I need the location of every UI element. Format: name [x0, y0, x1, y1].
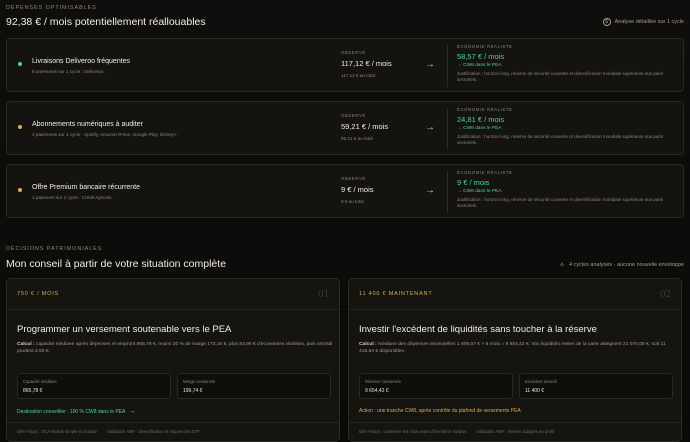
divider	[447, 45, 448, 87]
divider	[7, 309, 339, 310]
observed-label: OBSERVÉ	[341, 176, 366, 181]
observed-total: 9 € au total	[341, 199, 364, 204]
metric-value: 865,78 €	[23, 388, 43, 394]
metric-value: 9 654,42 €	[365, 388, 389, 394]
plan-calculation: Calcul : capacité médiane après dépenses…	[17, 341, 335, 355]
expense-sub: 1 paiement sur 1 cycle : Crédit Agricole…	[32, 195, 113, 200]
metric-label: Excédent arrondi	[525, 379, 557, 384]
analysis-note-text: Analyse détaillée sur 1 cycle	[614, 19, 684, 25]
plan-card: 750 € / MOIS 01 Programmer un versement …	[6, 278, 340, 442]
metric-value: 199,74 €	[183, 388, 203, 394]
cycles-note: ✧ 4 cycles analysés · aucune nouvelle en…	[559, 261, 684, 269]
plan-action-text: Action : une tranche CW8, après contrôle…	[359, 408, 521, 414]
observed-total: 117,12 € au total	[341, 73, 375, 78]
observed-value: 117,12 € / mois	[341, 59, 392, 68]
plan-card: 11 400 € MAINTENANT 02 Investir l'excéde…	[348, 278, 682, 442]
economy-destination: → CW8 dans le PEA	[457, 126, 502, 131]
metric-box: Marge conservée 199,74 €	[177, 373, 331, 399]
footer-idea[interactable]: Idée Finary : DCA Monde simple et durabl…	[17, 429, 97, 434]
optim-title: 92,38 € / mois potentiellement réallouab…	[6, 16, 206, 28]
observed-total: 59,21 € au total	[341, 136, 373, 141]
footer-idea[interactable]: Idée Finary : conserver les mois avant d…	[359, 429, 466, 434]
sparkle-icon: ✧	[559, 262, 566, 269]
economy-justification: Justification : horizon long, réserve de…	[457, 71, 664, 82]
observed-value: 59,21 € / mois	[341, 122, 389, 131]
divider	[349, 309, 681, 310]
economy-justification: Justification : horizon long, réserve de…	[457, 134, 664, 145]
footer-validation[interactable]: Validation AMF : diversification et risq…	[107, 429, 200, 434]
economy-label: ÉCONOMIE RÉALISTE	[457, 170, 513, 175]
plan-title: Programmer un versement soutenable vers …	[17, 324, 232, 335]
calc-label: Calcul :	[359, 342, 377, 347]
dollar-circle-icon: $	[602, 18, 611, 26]
economy-value: 24,81 € / mois	[457, 115, 505, 124]
section-label-decisions: DÉCISIONS PATRIMONIALES	[6, 246, 103, 252]
economy-label: ÉCONOMIE RÉALISTE	[457, 44, 513, 49]
plan-footer: Idée Finary : conserver les mois avant d…	[359, 429, 554, 434]
expense-card[interactable]: Livraisons Deliveroo fréquentes 8 paieme…	[6, 38, 684, 92]
economy-value: 58,57 € / mois	[457, 52, 505, 61]
economy-value: 9 € / mois	[457, 178, 490, 187]
metric-value: 11 400 €	[525, 388, 545, 394]
metric-label: Capacité médiane	[23, 379, 57, 384]
calc-label: Calcul :	[17, 342, 35, 347]
expense-card[interactable]: Offre Premium bancaire récurrente 1 paie…	[6, 164, 684, 218]
plan-tag: 750 € / MOIS	[17, 291, 60, 297]
analysis-note[interactable]: $ Analyse détaillée sur 1 cycle	[602, 18, 684, 26]
plan-tag: 11 400 € MAINTENANT	[359, 291, 433, 297]
cycles-note-text: 4 cycles analysés · aucune nouvelle enve…	[569, 262, 684, 268]
metric-label: Réserve conservée	[365, 379, 402, 384]
expense-sub: 8 paiements sur 1 cycle : Deliveroo.	[32, 69, 105, 74]
footer-validation[interactable]: Validation AMF : réserve adaptée au prof…	[476, 429, 554, 434]
observed-value: 9 € / mois	[341, 185, 374, 194]
expense-sub: 4 paiements sur 1 cycle : Spotify, Amazo…	[32, 132, 179, 137]
metric-label: Marge conservée	[183, 379, 216, 384]
metric-box: Excédent arrondi 11 400 €	[519, 373, 673, 399]
status-dot	[18, 188, 22, 192]
metric-box: Capacité médiane 865,78 €	[17, 373, 171, 399]
divider	[447, 171, 448, 213]
arrow-right-icon: →	[425, 59, 435, 70]
divider	[7, 422, 339, 423]
plan-action-text: Destination conseillée : 100 % CW8 dans …	[17, 408, 126, 415]
economy-destination: → CW8 dans le PEA	[457, 63, 502, 68]
expense-title: Abonnements numériques à auditer	[32, 121, 143, 128]
plan-number: 01	[318, 288, 329, 300]
divider	[349, 422, 681, 423]
arrow-right-icon: →	[425, 185, 435, 196]
metric-box: Réserve conservée 9 654,42 €	[359, 373, 513, 399]
status-dot	[18, 62, 22, 66]
expense-title: Offre Premium bancaire récurrente	[32, 184, 141, 191]
section-label-optimisables: DÉPENSES OPTIMISABLES	[6, 5, 97, 11]
decisions-title: Mon conseil à partir de votre situation …	[6, 258, 227, 270]
status-dot	[18, 125, 22, 129]
arrow-right-icon: →	[425, 122, 435, 133]
economy-label: ÉCONOMIE RÉALISTE	[457, 107, 513, 112]
expense-title: Livraisons Deliveroo fréquentes	[32, 58, 131, 65]
plan-title: Investir l'excédent de liquidités sans t…	[359, 324, 597, 335]
economy-destination: → CW8 dans le PEA	[457, 189, 502, 194]
calc-text: capacité médiane après dépenses et empru…	[17, 342, 333, 354]
plan-action-link[interactable]: Action : une tranche CW8, après contrôle…	[359, 408, 521, 414]
plan-footer: Idée Finary : DCA Monde simple et durabl…	[17, 429, 200, 434]
observed-label: OBSERVÉ	[341, 50, 366, 55]
plan-number: 02	[660, 288, 671, 300]
calc-text: médiane des dépenses essentielles 1 609,…	[359, 342, 666, 354]
divider	[447, 108, 448, 150]
observed-label: OBSERVÉ	[341, 113, 366, 118]
plan-calculation: Calcul : médiane des dépenses essentiell…	[359, 341, 677, 355]
economy-justification: Justification : horizon long, réserve de…	[457, 197, 664, 208]
plan-action-link[interactable]: Destination conseillée : 100 % CW8 dans …	[17, 408, 135, 415]
expense-card[interactable]: Abonnements numériques à auditer 4 paiem…	[6, 101, 684, 155]
arrow-right-icon: →	[128, 408, 136, 415]
